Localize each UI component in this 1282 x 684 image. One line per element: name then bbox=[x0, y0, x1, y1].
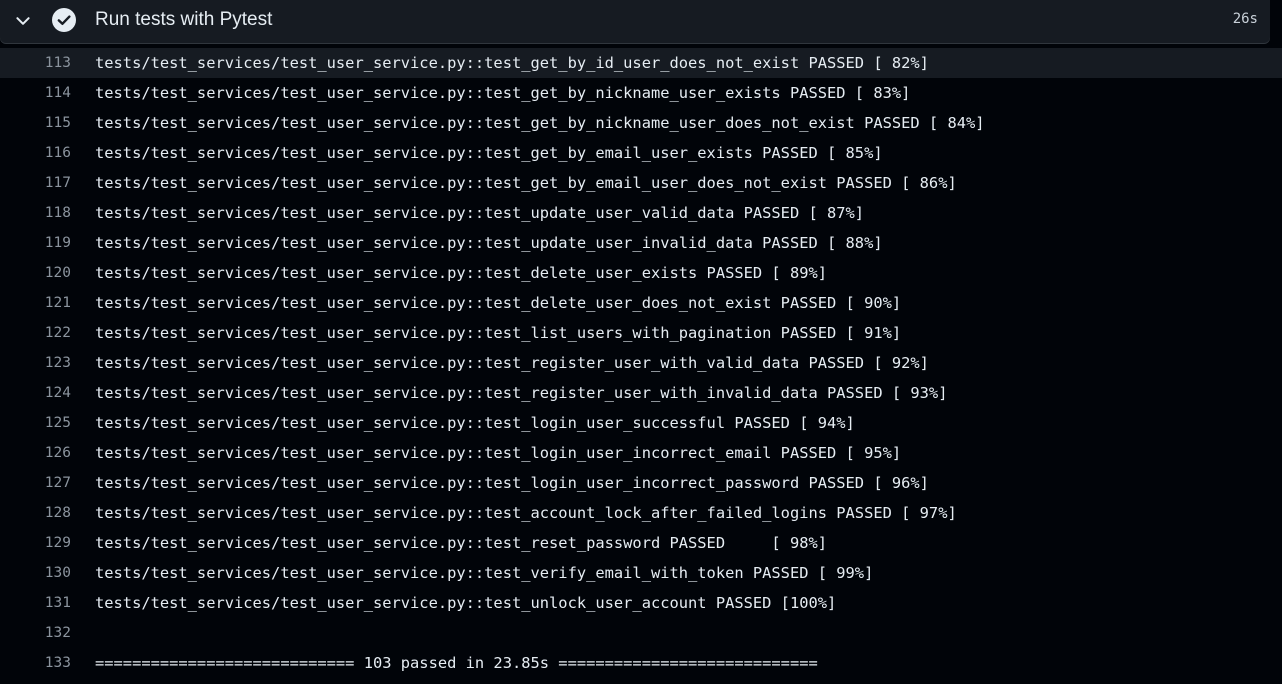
log-line-text: tests/test_services/test_user_service.py… bbox=[95, 264, 828, 282]
line-number[interactable]: 121 bbox=[0, 288, 71, 318]
line-number[interactable]: 129 bbox=[0, 528, 71, 558]
line-number[interactable]: 116 bbox=[0, 138, 71, 168]
step-header[interactable]: Run tests with Pytest 26s bbox=[0, 0, 1270, 43]
log-line-text: tests/test_services/test_user_service.py… bbox=[95, 384, 948, 402]
log-line-text: tests/test_services/test_user_service.py… bbox=[95, 354, 929, 372]
log-line-text: tests/test_services/test_user_service.py… bbox=[95, 114, 985, 132]
check-circle-icon bbox=[52, 8, 76, 32]
log-line[interactable]: 118 tests/test_services/test_user_service… bbox=[0, 198, 1282, 228]
log-line-text: tests/test_services/test_user_service.py… bbox=[95, 504, 957, 522]
log-line[interactable]: 114 tests/test_services/test_user_service… bbox=[0, 78, 1282, 108]
line-number[interactable]: 118 bbox=[0, 198, 71, 228]
line-number[interactable]: 125 bbox=[0, 408, 71, 438]
log-line[interactable]: 131 tests/test_services/test_user_service… bbox=[0, 588, 1282, 618]
log-line-text: tests/test_services/test_user_service.py… bbox=[95, 564, 874, 582]
log-line[interactable]: 128 tests/test_services/test_user_service… bbox=[0, 498, 1282, 528]
log-line[interactable]: 117 tests/test_services/test_user_service… bbox=[0, 168, 1282, 198]
line-number[interactable]: 128 bbox=[0, 498, 71, 528]
line-number[interactable]: 124 bbox=[0, 378, 71, 408]
line-number[interactable]: 127 bbox=[0, 468, 71, 498]
log-line[interactable]: 115 tests/test_services/test_user_service… bbox=[0, 108, 1282, 138]
line-number[interactable]: 117 bbox=[0, 168, 71, 198]
log-line[interactable]: 119 tests/test_services/test_user_service… bbox=[0, 228, 1282, 258]
line-number[interactable]: 133 bbox=[0, 648, 71, 678]
log-line-text: tests/test_services/test_user_service.py… bbox=[95, 234, 883, 252]
line-number[interactable]: 130 bbox=[0, 558, 71, 588]
log-line[interactable]: 113 tests/test_services/test_user_service… bbox=[0, 48, 1282, 78]
line-number[interactable]: 119 bbox=[0, 228, 71, 258]
log-line-text: tests/test_services/test_user_service.py… bbox=[95, 594, 837, 612]
log-line-text: tests/test_services/test_user_service.py… bbox=[95, 84, 911, 102]
log-line-text: tests/test_services/test_user_service.py… bbox=[95, 174, 957, 192]
log-line-text: ============================ 103 passed … bbox=[95, 654, 818, 672]
log-line[interactable]: 125 tests/test_services/test_user_service… bbox=[0, 408, 1282, 438]
line-number[interactable]: 113 bbox=[0, 48, 71, 78]
log-line-text: tests/test_services/test_user_service.py… bbox=[95, 324, 902, 342]
log-output: 113 tests/test_services/test_user_service… bbox=[0, 48, 1282, 678]
line-number[interactable]: 123 bbox=[0, 348, 71, 378]
line-number[interactable]: 120 bbox=[0, 258, 71, 288]
log-line-text: tests/test_services/test_user_service.py… bbox=[95, 294, 902, 312]
log-line[interactable]: 123 tests/test_services/test_user_service… bbox=[0, 348, 1282, 378]
log-line[interactable]: 126 tests/test_services/test_user_service… bbox=[0, 438, 1282, 468]
line-number[interactable]: 132 bbox=[0, 618, 71, 648]
log-line[interactable]: 133 ============================ 103 pass… bbox=[0, 648, 1282, 678]
log-line-text: tests/test_services/test_user_service.py… bbox=[95, 414, 855, 432]
log-line[interactable]: 116 tests/test_services/test_user_service… bbox=[0, 138, 1282, 168]
line-number[interactable]: 131 bbox=[0, 588, 71, 618]
log-line[interactable]: 120 tests/test_services/test_user_service… bbox=[0, 258, 1282, 288]
log-line-text: tests/test_services/test_user_service.py… bbox=[95, 144, 883, 162]
log-line[interactable]: 129 tests/test_services/test_user_service… bbox=[0, 528, 1282, 558]
log-line[interactable]: 132 bbox=[0, 618, 1282, 648]
line-number[interactable]: 122 bbox=[0, 318, 71, 348]
step-duration: 26s bbox=[1232, 11, 1258, 27]
line-number[interactable]: 114 bbox=[0, 78, 71, 108]
log-line[interactable]: 124 tests/test_services/test_user_service… bbox=[0, 378, 1282, 408]
log-line-text: tests/test_services/test_user_service.py… bbox=[95, 54, 929, 72]
log-line[interactable]: 122 tests/test_services/test_user_service… bbox=[0, 318, 1282, 348]
log-line-text: tests/test_services/test_user_service.py… bbox=[95, 474, 929, 492]
chevron-down-icon[interactable] bbox=[14, 12, 32, 30]
log-line[interactable]: 127 tests/test_services/test_user_service… bbox=[0, 468, 1282, 498]
log-line-text: tests/test_services/test_user_service.py… bbox=[95, 444, 902, 462]
log-line-text: tests/test_services/test_user_service.py… bbox=[95, 534, 828, 552]
line-number[interactable]: 126 bbox=[0, 438, 71, 468]
log-line[interactable]: 121 tests/test_services/test_user_service… bbox=[0, 288, 1282, 318]
step-title: Run tests with Pytest bbox=[95, 9, 273, 30]
log-line[interactable]: 130 tests/test_services/test_user_service… bbox=[0, 558, 1282, 588]
log-line-text: tests/test_services/test_user_service.py… bbox=[95, 204, 865, 222]
line-number[interactable]: 115 bbox=[0, 108, 71, 138]
